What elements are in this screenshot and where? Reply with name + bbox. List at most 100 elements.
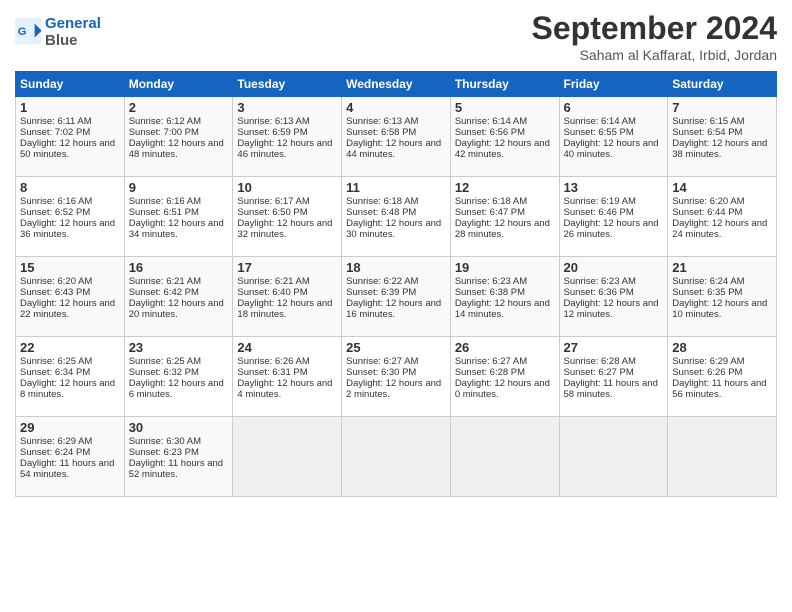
logo-icon: G	[15, 18, 43, 46]
sunset-label: Sunset: 6:30 PM	[346, 367, 416, 378]
table-cell: 26 Sunrise: 6:27 AM Sunset: 6:28 PM Dayl…	[450, 337, 559, 417]
table-cell: 21 Sunrise: 6:24 AM Sunset: 6:35 PM Dayl…	[668, 257, 777, 337]
calendar-row: 8 Sunrise: 6:16 AM Sunset: 6:52 PM Dayli…	[16, 177, 777, 257]
sunset-label: Sunset: 6:28 PM	[455, 367, 525, 378]
sunrise-label: Sunrise: 6:20 AM	[20, 276, 92, 287]
sunset-label: Sunset: 6:26 PM	[672, 367, 742, 378]
daylight-label: Daylight: 12 hours and 18 minutes.	[237, 298, 332, 320]
daylight-label: Daylight: 12 hours and 40 minutes.	[564, 138, 659, 160]
sunset-label: Sunset: 6:27 PM	[564, 367, 634, 378]
table-cell: 3 Sunrise: 6:13 AM Sunset: 6:59 PM Dayli…	[233, 97, 342, 177]
daylight-label: Daylight: 12 hours and 46 minutes.	[237, 138, 332, 160]
day-number: 23	[129, 340, 229, 355]
day-number: 29	[20, 420, 120, 435]
day-number: 2	[129, 100, 229, 115]
day-number: 27	[564, 340, 664, 355]
day-number: 30	[129, 420, 229, 435]
sunset-label: Sunset: 6:39 PM	[346, 287, 416, 298]
daylight-label: Daylight: 12 hours and 14 minutes.	[455, 298, 550, 320]
daylight-label: Daylight: 12 hours and 16 minutes.	[346, 298, 441, 320]
calendar-row: 22 Sunrise: 6:25 AM Sunset: 6:34 PM Dayl…	[16, 337, 777, 417]
table-cell: 6 Sunrise: 6:14 AM Sunset: 6:55 PM Dayli…	[559, 97, 668, 177]
sunrise-label: Sunrise: 6:11 AM	[20, 116, 92, 127]
table-cell: 8 Sunrise: 6:16 AM Sunset: 6:52 PM Dayli…	[16, 177, 125, 257]
sunrise-label: Sunrise: 6:17 AM	[237, 196, 309, 207]
day-number: 25	[346, 340, 446, 355]
daylight-label: Daylight: 12 hours and 42 minutes.	[455, 138, 550, 160]
calendar-header-row: Sunday Monday Tuesday Wednesday Thursday…	[16, 72, 777, 97]
sunrise-label: Sunrise: 6:19 AM	[564, 196, 636, 207]
daylight-label: Daylight: 12 hours and 48 minutes.	[129, 138, 224, 160]
sunrise-label: Sunrise: 6:13 AM	[346, 116, 418, 127]
table-cell: 25 Sunrise: 6:27 AM Sunset: 6:30 PM Dayl…	[342, 337, 451, 417]
sunrise-label: Sunrise: 6:26 AM	[237, 356, 309, 367]
table-cell: 30 Sunrise: 6:30 AM Sunset: 6:23 PM Dayl…	[124, 417, 233, 497]
daylight-label: Daylight: 12 hours and 4 minutes.	[237, 378, 332, 400]
sunset-label: Sunset: 6:35 PM	[672, 287, 742, 298]
col-saturday: Saturday	[668, 72, 777, 97]
day-number: 24	[237, 340, 337, 355]
sunset-label: Sunset: 7:00 PM	[129, 127, 199, 138]
table-cell: 15 Sunrise: 6:20 AM Sunset: 6:43 PM Dayl…	[16, 257, 125, 337]
col-wednesday: Wednesday	[342, 72, 451, 97]
day-number: 3	[237, 100, 337, 115]
table-cell: 28 Sunrise: 6:29 AM Sunset: 6:26 PM Dayl…	[668, 337, 777, 417]
table-cell: 27 Sunrise: 6:28 AM Sunset: 6:27 PM Dayl…	[559, 337, 668, 417]
table-cell: 7 Sunrise: 6:15 AM Sunset: 6:54 PM Dayli…	[668, 97, 777, 177]
table-cell: 5 Sunrise: 6:14 AM Sunset: 6:56 PM Dayli…	[450, 97, 559, 177]
day-number: 12	[455, 180, 555, 195]
daylight-label: Daylight: 12 hours and 12 minutes.	[564, 298, 659, 320]
daylight-label: Daylight: 12 hours and 38 minutes.	[672, 138, 767, 160]
sunset-label: Sunset: 6:54 PM	[672, 127, 742, 138]
sunrise-label: Sunrise: 6:18 AM	[455, 196, 527, 207]
svg-text:G: G	[18, 26, 27, 38]
sunrise-label: Sunrise: 6:15 AM	[672, 116, 744, 127]
col-thursday: Thursday	[450, 72, 559, 97]
day-number: 28	[672, 340, 772, 355]
sunrise-label: Sunrise: 6:25 AM	[20, 356, 92, 367]
sunrise-label: Sunrise: 6:27 AM	[455, 356, 527, 367]
table-cell: 22 Sunrise: 6:25 AM Sunset: 6:34 PM Dayl…	[16, 337, 125, 417]
sunset-label: Sunset: 6:43 PM	[20, 287, 90, 298]
location-title: Saham al Kaffarat, Irbid, Jordan	[532, 47, 777, 63]
sunrise-label: Sunrise: 6:13 AM	[237, 116, 309, 127]
day-number: 9	[129, 180, 229, 195]
calendar-row: 29 Sunrise: 6:29 AM Sunset: 6:24 PM Dayl…	[16, 417, 777, 497]
table-cell	[342, 417, 451, 497]
table-cell	[559, 417, 668, 497]
logo-text: General Blue	[45, 15, 101, 49]
calendar-row: 1 Sunrise: 6:11 AM Sunset: 7:02 PM Dayli…	[16, 97, 777, 177]
sunset-label: Sunset: 6:42 PM	[129, 287, 199, 298]
day-number: 18	[346, 260, 446, 275]
calendar-table: Sunday Monday Tuesday Wednesday Thursday…	[15, 71, 777, 497]
sunrise-label: Sunrise: 6:30 AM	[129, 436, 201, 447]
table-cell: 29 Sunrise: 6:29 AM Sunset: 6:24 PM Dayl…	[16, 417, 125, 497]
logo: G General Blue	[15, 15, 101, 49]
daylight-label: Daylight: 12 hours and 22 minutes.	[20, 298, 115, 320]
daylight-label: Daylight: 11 hours and 56 minutes.	[672, 378, 766, 400]
table-cell: 23 Sunrise: 6:25 AM Sunset: 6:32 PM Dayl…	[124, 337, 233, 417]
col-tuesday: Tuesday	[233, 72, 342, 97]
daylight-label: Daylight: 12 hours and 36 minutes.	[20, 218, 115, 240]
sunset-label: Sunset: 6:34 PM	[20, 367, 90, 378]
sunset-label: Sunset: 6:24 PM	[20, 447, 90, 458]
table-cell: 2 Sunrise: 6:12 AM Sunset: 7:00 PM Dayli…	[124, 97, 233, 177]
day-number: 1	[20, 100, 120, 115]
sunrise-label: Sunrise: 6:23 AM	[455, 276, 527, 287]
sunrise-label: Sunrise: 6:18 AM	[346, 196, 418, 207]
header: G General Blue September 2024 Saham al K…	[15, 10, 777, 63]
table-cell: 1 Sunrise: 6:11 AM Sunset: 7:02 PM Dayli…	[16, 97, 125, 177]
daylight-label: Daylight: 12 hours and 34 minutes.	[129, 218, 224, 240]
sunrise-label: Sunrise: 6:20 AM	[672, 196, 744, 207]
daylight-label: Daylight: 11 hours and 58 minutes.	[564, 378, 658, 400]
table-cell: 19 Sunrise: 6:23 AM Sunset: 6:38 PM Dayl…	[450, 257, 559, 337]
daylight-label: Daylight: 12 hours and 10 minutes.	[672, 298, 767, 320]
day-number: 6	[564, 100, 664, 115]
day-number: 5	[455, 100, 555, 115]
daylight-label: Daylight: 12 hours and 30 minutes.	[346, 218, 441, 240]
day-number: 7	[672, 100, 772, 115]
sunrise-label: Sunrise: 6:14 AM	[564, 116, 636, 127]
day-number: 16	[129, 260, 229, 275]
sunrise-label: Sunrise: 6:12 AM	[129, 116, 201, 127]
daylight-label: Daylight: 11 hours and 54 minutes.	[20, 458, 114, 480]
